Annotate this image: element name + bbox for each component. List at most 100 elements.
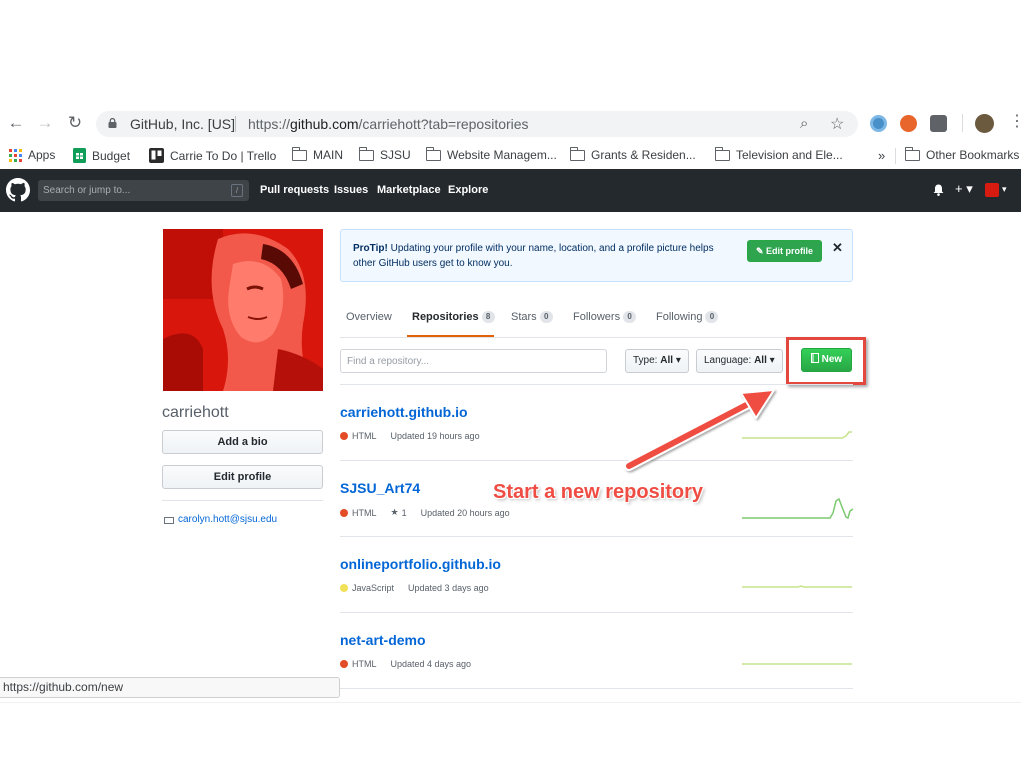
extension-icon[interactable] (870, 115, 887, 132)
add-bio-button[interactable]: Add a bio (162, 430, 323, 454)
bookmark-label: Budget (92, 148, 131, 163)
annotation-callout: Start a new repository (493, 481, 704, 503)
bookmark-label: Grants & Residen... (591, 148, 696, 162)
menu-kebab-icon[interactable]: ⋮ (1009, 112, 1024, 132)
bookmark-label: Carrie To Do | Trello (170, 148, 277, 163)
bookmark-folder-sjsu[interactable]: SJSU (358, 146, 411, 162)
nav-pull-requests[interactable]: Pull requests (260, 184, 329, 196)
tab-overview[interactable]: Overview (346, 311, 392, 323)
omnibox-divider (235, 116, 236, 132)
tab-stars[interactable]: Stars 0 (511, 311, 553, 323)
url-text[interactable]: https://github.com/carriehott?tab=reposi… (248, 116, 529, 132)
tab-label: Overview (346, 311, 392, 323)
tab-label: Repositories (412, 311, 479, 323)
github-search-box[interactable]: / (38, 180, 249, 201)
extension-icon[interactable] (900, 115, 917, 132)
tab-label: Stars (511, 311, 537, 323)
caret-down-icon: ▾ (769, 355, 775, 366)
bookmark-folder-television[interactable]: Television and Ele... (714, 146, 843, 162)
repo-name-link[interactable]: net-art-demo (340, 632, 426, 648)
nav-explore[interactable]: Explore (448, 184, 488, 196)
avatar-caret-icon[interactable]: ▾ (1002, 184, 1007, 195)
address-bar-row: ← → ↻ GitHub, Inc. [US] https://github.c… (0, 104, 1024, 142)
folder-icon (569, 146, 585, 161)
repo-name-link[interactable]: carriehott.github.io (340, 404, 468, 420)
tab-label: Followers (573, 311, 621, 323)
profile-email[interactable]: carolyn.hott@sjsu.edu (164, 514, 277, 525)
bookmark-other-folder[interactable]: Other Bookmarks (904, 146, 1019, 162)
search-shortcut-badge: / (231, 184, 243, 197)
tab-repositories[interactable]: Repositories 8 (412, 311, 495, 323)
repo-language: HTML (352, 431, 377, 441)
type-filter-select[interactable]: Type: All ▾ (625, 349, 689, 373)
close-icon[interactable]: ✕ (832, 240, 843, 256)
bookmark-apps[interactable]: Apps (9, 148, 55, 162)
nav-marketplace[interactable]: Marketplace (377, 184, 441, 196)
star-icon[interactable]: ★ (391, 507, 399, 518)
nav-issues[interactable]: Issues (334, 184, 368, 196)
folder-icon (714, 146, 730, 161)
find-repository-input[interactable] (340, 349, 607, 373)
caret-down-icon: ▾ (675, 355, 681, 366)
url-prefix: https:// (248, 116, 291, 132)
tab-counter: 0 (705, 311, 719, 323)
edit-profile-button[interactable]: Edit profile (162, 465, 323, 489)
lock-icon (108, 118, 117, 128)
repo-updated: Updated 20 hours ago (420, 507, 510, 518)
user-avatar-icon[interactable] (985, 183, 999, 197)
email-link[interactable]: carolyn.hott@sjsu.edu (178, 514, 277, 525)
protip-edit-profile-button[interactable]: ✎ Edit profile (747, 240, 822, 262)
tab-following[interactable]: Following 0 (656, 311, 719, 323)
extension-icon[interactable] (930, 115, 947, 132)
github-header: / Pull requests Issues Marketplace Explo… (0, 169, 1021, 212)
activity-sparkline (742, 663, 852, 665)
bookmark-trello[interactable]: Carrie To Do | Trello (149, 148, 276, 163)
activity-sparkline (742, 497, 854, 520)
bookmarks-bar: Apps Budget Carrie To Do | Trello MAIN S… (0, 143, 1024, 169)
repo-star-count[interactable]: 1 (402, 508, 407, 518)
profile-avatar (163, 229, 323, 391)
tab-label: Following (656, 311, 703, 323)
tab-counter: 0 (539, 311, 553, 323)
bookmark-folder-main[interactable]: MAIN (291, 146, 343, 162)
forward-arrow-icon[interactable]: → (35, 113, 55, 133)
github-search-input[interactable] (38, 180, 218, 201)
type-filter-label: Type: (633, 355, 658, 366)
bookmark-label: MAIN (313, 148, 343, 162)
create-new-dropdown[interactable]: + ▾ (955, 181, 973, 197)
repo-name-link[interactable]: SJSU_Art74 (340, 480, 420, 496)
bookmark-star-icon[interactable]: ☆ (830, 114, 844, 134)
protip-button-label: Edit profile (766, 246, 814, 256)
profile-avatar-icon[interactable] (975, 114, 994, 133)
github-logo-icon[interactable] (6, 178, 30, 202)
repo-list-item: carriehott.github.io HTML Updated 19 hou… (340, 385, 853, 461)
toolbar-divider (962, 114, 963, 132)
url-path: /carriehott?tab=repositories (358, 116, 529, 132)
language-filter-select[interactable]: Language: All ▾ (696, 349, 783, 373)
bookmarks-overflow-chevron[interactable]: » (878, 148, 885, 163)
language-color-dot (340, 432, 348, 440)
bookmark-folder-grants[interactable]: Grants & Residen... (569, 146, 696, 162)
bookmark-budget[interactable]: Budget (73, 148, 130, 163)
sheets-icon (73, 148, 86, 163)
profile-username: carriehott (162, 404, 229, 421)
omnibox[interactable]: GitHub, Inc. [US] https://github.com/car… (96, 111, 858, 137)
back-arrow-icon[interactable]: ← (6, 113, 26, 133)
repo-name-link[interactable]: onlineportfolio.github.io (340, 556, 501, 572)
bell-icon[interactable] (933, 184, 944, 196)
type-filter-value: All (660, 355, 674, 366)
tab-followers[interactable]: Followers 0 (573, 311, 637, 323)
repo-meta: HTML ★ 1 Updated 20 hours ago (340, 507, 510, 518)
bookmark-label: SJSU (380, 148, 411, 162)
bookmark-folder-website[interactable]: Website Managem... (425, 146, 557, 162)
tab-counter: 8 (481, 311, 495, 323)
reload-icon[interactable]: ↻ (65, 113, 85, 133)
language-filter-label: Language: (704, 355, 752, 366)
profile-photo (163, 229, 323, 391)
zoom-icon[interactable]: ⌕ (800, 115, 808, 132)
repo-list-item: onlineportfolio.github.io JavaScript Upd… (340, 537, 853, 613)
repo-language: HTML (352, 659, 377, 669)
new-button-highlight-box (786, 337, 866, 385)
protip-title: ProTip! (353, 243, 388, 254)
language-filter-value: All (754, 355, 767, 366)
